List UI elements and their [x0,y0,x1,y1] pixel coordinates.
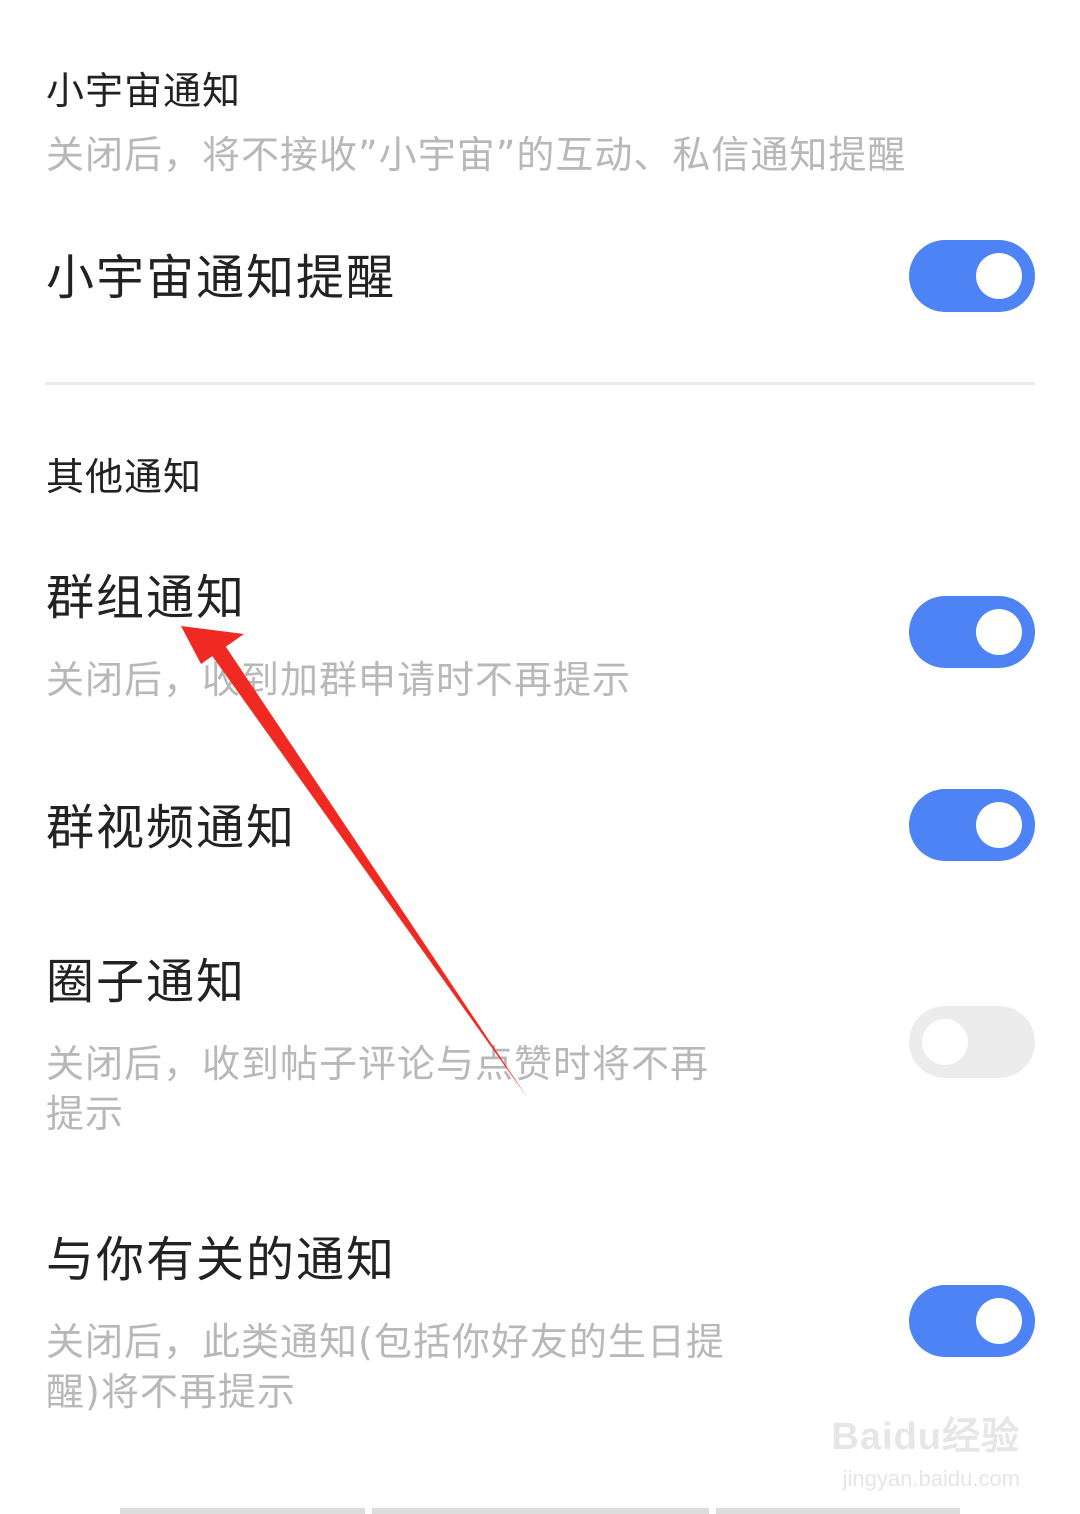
bottom-bar-segment [372,1508,709,1514]
annotation-arrow-head [181,626,244,664]
watermark-url: jingyan.baidu.com [842,1466,1020,1491]
bottom-bar-segment [716,1508,960,1514]
watermark-logo-text: Baidu经验 [831,1416,1020,1458]
annotation-arrow [181,626,527,1097]
baidu-watermark: Baidu经验 jingyan.baidu.com [831,1405,1020,1492]
annotation-arrow-shaft [208,641,527,1097]
bottom-bar-segment [120,1508,365,1514]
